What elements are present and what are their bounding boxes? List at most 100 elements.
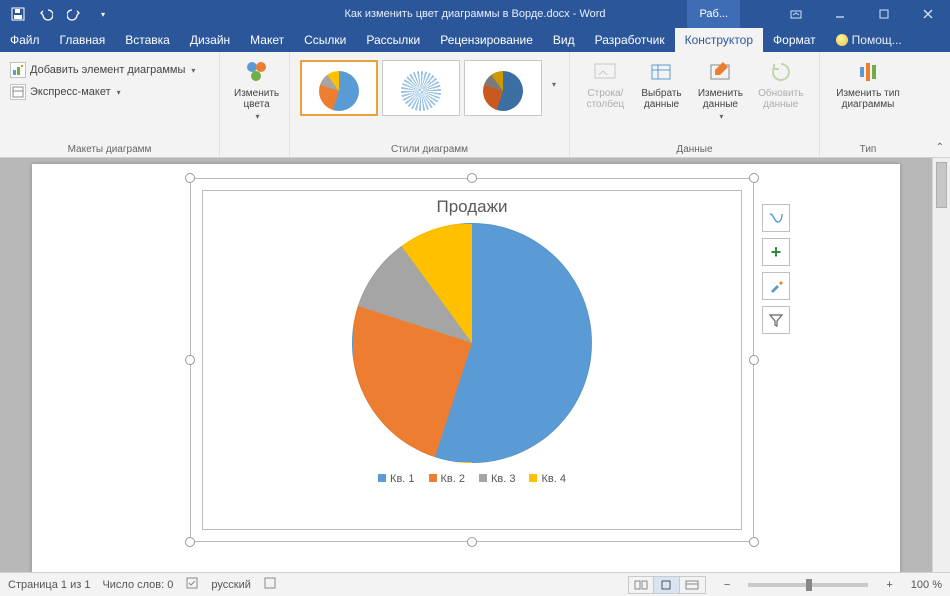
- quick-layout-button[interactable]: Экспресс-макет▾: [8, 82, 123, 102]
- read-mode-button[interactable]: [628, 576, 654, 594]
- style-item-2[interactable]: [382, 60, 460, 116]
- legend-item[interactable]: Кв. 4: [529, 473, 565, 485]
- tab-home[interactable]: Главная: [50, 28, 116, 52]
- tab-file[interactable]: Файл: [0, 28, 50, 52]
- zoom-in-button[interactable]: +: [880, 579, 898, 591]
- resize-handle[interactable]: [185, 537, 195, 547]
- funnel-icon: [768, 312, 784, 328]
- resize-handle[interactable]: [185, 355, 195, 365]
- refresh-data-label: Обновить данные: [757, 88, 805, 110]
- select-data-button[interactable]: Выбрать данные: [633, 56, 691, 112]
- save-button[interactable]: [6, 2, 30, 26]
- chart-elements-button[interactable]: +: [762, 238, 790, 266]
- legend-item[interactable]: Кв. 2: [429, 473, 465, 485]
- style-item-1[interactable]: [300, 60, 378, 116]
- resize-handle[interactable]: [749, 537, 759, 547]
- language-indicator[interactable]: русский: [211, 579, 250, 591]
- switch-icon: [591, 58, 619, 86]
- resize-handle[interactable]: [467, 537, 477, 547]
- quick-layout-label: Экспресс-макет: [30, 86, 111, 98]
- style-preview-icon: [483, 71, 523, 111]
- refresh-icon: [767, 58, 795, 86]
- minimize-button[interactable]: [818, 0, 862, 28]
- legend-item[interactable]: Кв. 1: [378, 473, 414, 485]
- status-bar: Страница 1 из 1 Число слов: 0 русский − …: [0, 572, 950, 596]
- chart-filters-button[interactable]: [762, 306, 790, 334]
- redo-button[interactable]: [62, 2, 86, 26]
- document-area[interactable]: Продажи Кв. 1 Кв. 2 Кв. 3 Кв. 4 +: [0, 158, 932, 572]
- style-preview-icon: [401, 71, 441, 111]
- add-chart-element-label: Добавить элемент диаграммы: [30, 64, 185, 76]
- print-layout-button[interactable]: [654, 576, 680, 594]
- style-item-3[interactable]: [464, 60, 542, 116]
- legend-swatch: [479, 474, 487, 482]
- close-icon: [922, 8, 934, 20]
- gallery-more-button[interactable]: ▾: [544, 56, 562, 91]
- undo-button[interactable]: [34, 2, 58, 26]
- refresh-data-button: Обновить данные: [751, 56, 811, 112]
- edit-data-icon: [706, 58, 734, 86]
- window-controls: [774, 0, 950, 28]
- close-button[interactable]: [906, 0, 950, 28]
- resize-handle[interactable]: [185, 173, 195, 183]
- macro-icon: [263, 576, 277, 590]
- maximize-button[interactable]: [862, 0, 906, 28]
- tab-references[interactable]: Ссылки: [294, 28, 356, 52]
- chart-styles-gallery[interactable]: [298, 56, 544, 120]
- change-colors-button[interactable]: Изменить цвета▾: [228, 56, 285, 123]
- zoom-level[interactable]: 100 %: [911, 579, 942, 591]
- ribbon-display-icon: [790, 8, 802, 20]
- group-data-label: Данные: [578, 142, 811, 155]
- redo-icon: [67, 7, 81, 21]
- resize-handle[interactable]: [749, 355, 759, 365]
- chart-title[interactable]: Продажи: [203, 197, 741, 217]
- tab-view[interactable]: Вид: [543, 28, 585, 52]
- group-chart-styles-label: Стили диаграмм: [298, 142, 561, 155]
- tab-layout[interactable]: Макет: [240, 28, 294, 52]
- collapse-ribbon-button[interactable]: ⌃: [936, 142, 944, 153]
- contextual-tab-label: Раб...: [687, 0, 740, 28]
- add-chart-element-button[interactable]: Добавить элемент диаграммы▾: [8, 60, 197, 80]
- proofing-icon: [185, 576, 199, 590]
- pie-plot-area[interactable]: [203, 223, 741, 463]
- macro-button[interactable]: [263, 576, 277, 593]
- page: Продажи Кв. 1 Кв. 2 Кв. 3 Кв. 4 +: [32, 164, 900, 572]
- change-chart-type-label: Изменить тип диаграммы: [834, 88, 902, 110]
- zoom-out-button[interactable]: −: [718, 579, 736, 591]
- tab-review[interactable]: Рецензирование: [430, 28, 543, 52]
- vertical-scrollbar[interactable]: [932, 158, 950, 572]
- chart-object[interactable]: Продажи Кв. 1 Кв. 2 Кв. 3 Кв. 4: [202, 190, 742, 530]
- chart-styles-button[interactable]: [762, 272, 790, 300]
- tell-me[interactable]: Помощ...: [826, 28, 912, 52]
- zoom-slider[interactable]: [748, 583, 868, 587]
- tab-format[interactable]: Формат: [763, 28, 826, 52]
- tab-mailings[interactable]: Рассылки: [356, 28, 430, 52]
- bulb-icon: [836, 34, 848, 46]
- proofing-button[interactable]: [185, 576, 199, 593]
- tab-design[interactable]: Дизайн: [180, 28, 240, 52]
- edit-data-label: Изменить данные: [696, 88, 744, 110]
- qat-customize[interactable]: ▾: [90, 2, 114, 26]
- edit-data-button[interactable]: Изменить данные▾: [690, 56, 750, 123]
- page-indicator[interactable]: Страница 1 из 1: [8, 579, 90, 591]
- tab-insert[interactable]: Вставка: [115, 28, 180, 52]
- scrollbar-thumb[interactable]: [936, 162, 947, 208]
- resize-handle[interactable]: [467, 173, 477, 183]
- document-title: Как изменить цвет диаграммы в Ворде.docx…: [344, 8, 605, 20]
- brush-icon: [768, 278, 784, 294]
- ribbon-options-button[interactable]: [774, 0, 818, 28]
- legend-swatch: [529, 474, 537, 482]
- group-chart-layouts-label: Макеты диаграмм: [8, 142, 211, 155]
- legend-item[interactable]: Кв. 3: [479, 473, 515, 485]
- pie-chart[interactable]: [352, 223, 592, 463]
- layout-options-button[interactable]: [762, 204, 790, 232]
- chart-legend[interactable]: Кв. 1 Кв. 2 Кв. 3 Кв. 4: [203, 473, 741, 485]
- resize-handle[interactable]: [749, 173, 759, 183]
- web-layout-button[interactable]: [680, 576, 706, 594]
- change-chart-type-button[interactable]: Изменить тип диаграммы: [828, 56, 908, 112]
- word-count[interactable]: Число слов: 0: [102, 579, 173, 591]
- tab-developer[interactable]: Разработчик: [585, 28, 675, 52]
- zoom-slider-handle[interactable]: [806, 579, 812, 591]
- style-preview-icon: [319, 71, 359, 111]
- tab-constructor[interactable]: Конструктор: [675, 28, 763, 52]
